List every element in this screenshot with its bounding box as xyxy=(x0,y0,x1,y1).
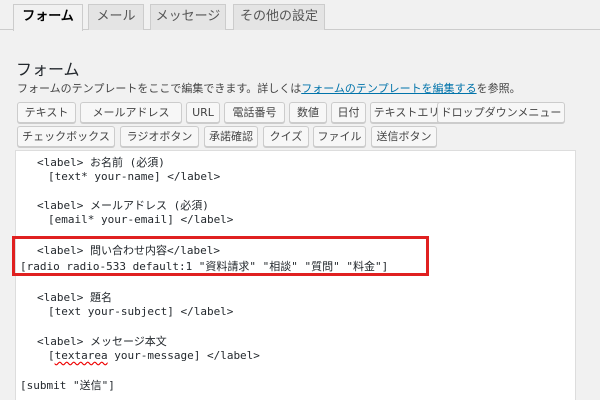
tag-button-quiz[interactable]: クイズ xyxy=(263,126,309,147)
tag-button-file[interactable]: ファイル xyxy=(313,126,366,147)
edit-template-link[interactable]: フォームのテンプレートを編集する xyxy=(301,82,476,95)
tag-button-text[interactable]: テキスト xyxy=(17,102,76,123)
tag-button-number[interactable]: 数値 xyxy=(289,102,327,123)
tab-additional-settings[interactable]: その他の設定 xyxy=(233,4,325,30)
editor-line: [email* your-email] </label> xyxy=(48,213,234,226)
tag-button-date[interactable]: 日付 xyxy=(331,102,366,123)
editor-line: <label> 題名 xyxy=(37,291,112,304)
tag-button-acceptance[interactable]: 承諾確認 xyxy=(204,126,258,147)
highlight-box xyxy=(12,236,429,276)
editor-line: [submit "送信"] xyxy=(20,379,115,392)
editor-line: [text your-subject] </label> xyxy=(48,305,234,318)
tag-generator-row-2: チェックボックス ラジオボタン 承諾確認 クイズ ファイル 送信ボタン xyxy=(17,126,597,148)
editor-line: <label> メッセージ本文 xyxy=(37,335,167,348)
tag-button-dropdown-menu[interactable]: ドロップダウンメニュー xyxy=(437,102,565,123)
editor-line: <label> お名前 (必須) xyxy=(37,156,165,169)
description-suffix: を参照。 xyxy=(476,82,521,95)
tag-button-checkboxes[interactable]: チェックボックス xyxy=(17,126,115,147)
panel-title: フォーム xyxy=(16,60,80,79)
tag-generator-row-1: テキスト メールアドレス URL 電話番号 数値 日付 テキストエリア ドロップ… xyxy=(17,102,597,124)
editor-line-rest: your-message] </label> xyxy=(107,349,260,362)
settings-tab-bar: フォーム メール メッセージ その他の設定 xyxy=(0,0,600,31)
tag-button-submit[interactable]: 送信ボタン xyxy=(371,126,437,147)
spellcheck-word: textarea xyxy=(54,349,108,362)
tag-button-url[interactable]: URL xyxy=(186,102,220,123)
tag-button-email[interactable]: メールアドレス xyxy=(80,102,182,123)
editor-line: <label> メールアドレス (必須) xyxy=(37,199,209,212)
panel-description: フォームのテンプレートをここで編集できます。詳しくはフォームのテンプレートを編集… xyxy=(17,80,521,96)
editor-line: [textarea your-message] </label> xyxy=(48,349,260,362)
editor-line: [text* your-name] </label> xyxy=(48,170,221,183)
tab-messages[interactable]: メッセージ xyxy=(150,4,226,30)
tag-button-tel[interactable]: 電話番号 xyxy=(224,102,285,123)
tab-mail[interactable]: メール xyxy=(88,4,144,30)
tag-button-radio-buttons[interactable]: ラジオボタン xyxy=(120,126,199,147)
tab-form[interactable]: フォーム xyxy=(13,4,83,31)
description-prefix: フォームのテンプレートをここで編集できます。詳しくは xyxy=(17,82,302,95)
